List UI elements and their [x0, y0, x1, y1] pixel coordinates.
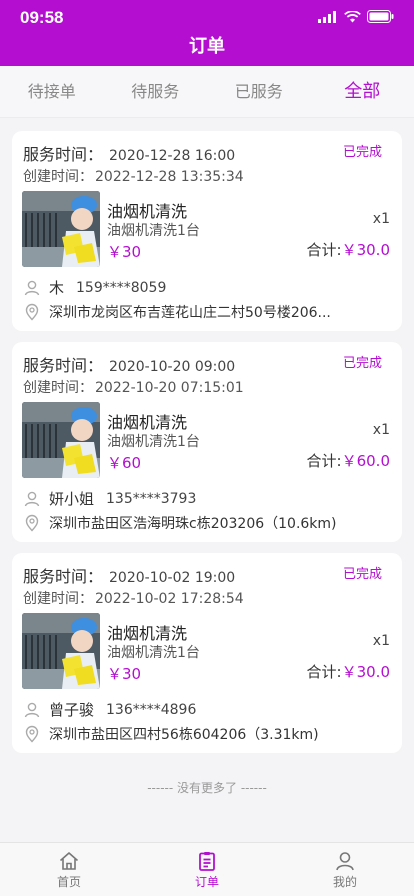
service-time-label: 服务时间： — [23, 145, 104, 164]
product-thumbnail — [22, 613, 100, 689]
bottom-nav: 首页 订单 我的 — [0, 842, 414, 896]
total-amount: ￥30.0 — [341, 663, 390, 681]
total-label: 合计: — [306, 663, 342, 681]
no-more-text: ------ 没有更多了 ------ — [147, 781, 267, 795]
create-time-row: 创建时间： 2022-10-02 17:28:54 — [23, 588, 244, 608]
order-total: 合计:￥30.0 — [307, 239, 390, 260]
product-quantity: x1 — [372, 633, 390, 649]
nav-profile[interactable]: 我的 — [276, 843, 414, 896]
order-tabs: 待接单 待服务 已服务 全部 — [0, 66, 414, 118]
nav-profile-label: 我的 — [332, 875, 357, 889]
status-icons — [318, 10, 394, 23]
customer-row: 曾子骏 136****4896 — [23, 699, 196, 720]
product-description: 油烟机清洗1台 — [107, 434, 200, 450]
order-card[interactable]: 服务时间： 2020-10-20 09:00 已完成 创建时间： 2022-10-2… — [12, 342, 402, 542]
tab-all[interactable]: 全部 — [311, 66, 414, 117]
user-icon — [24, 280, 40, 295]
product-quantity: x1 — [372, 422, 390, 438]
user-icon — [24, 702, 40, 717]
customer-phone[interactable]: 135****3793 — [106, 491, 196, 507]
create-time-label: 创建时间： — [23, 591, 93, 607]
order-total: 合计:￥60.0 — [307, 450, 390, 471]
customer-phone[interactable]: 159****8059 — [76, 280, 166, 296]
service-time-label: 服务时间： — [23, 567, 104, 586]
order-total: 合计:￥30.0 — [307, 661, 390, 682]
battery-icon — [367, 10, 394, 23]
service-time-row: 服务时间： 2020-10-02 19:00 — [23, 563, 235, 587]
tab-serviced[interactable]: 已服务 — [207, 66, 311, 117]
status-time: 09:58 — [20, 8, 64, 27]
total-label: 合计: — [306, 452, 342, 470]
product-name: 油烟机清洗 — [107, 202, 188, 221]
tab-pending-service[interactable]: 待服务 — [104, 66, 208, 117]
address-text: 深圳市盐田区浩海明珠c栋203206（10.6km) — [49, 516, 337, 532]
customer-row: 木 159****8059 — [23, 277, 166, 298]
product-price: ￥30 — [107, 665, 142, 683]
location-icon — [25, 514, 39, 532]
nav-orders-label: 订单 — [194, 875, 219, 889]
page-title: 订单 — [189, 36, 225, 57]
create-time-row: 创建时间： 2022-10-20 07:15:01 — [23, 377, 244, 397]
nav-orders[interactable]: 订单 — [138, 843, 276, 896]
signal-icon — [318, 10, 336, 23]
customer-phone[interactable]: 136****4896 — [106, 702, 196, 718]
location-icon — [25, 303, 39, 321]
product-description: 油烟机清洗1台 — [107, 223, 200, 239]
customer-name: 木 — [49, 279, 65, 297]
address-row: 深圳市龙岗区布吉莲花山庄二村50号楼206... — [23, 302, 331, 322]
create-time-label: 创建时间： — [23, 169, 93, 185]
product-quantity: x1 — [372, 211, 390, 227]
service-time-row: 服务时间： 2020-12-28 16:00 — [23, 141, 235, 165]
service-time-row: 服务时间： 2020-10-20 09:00 — [23, 352, 235, 376]
product-name: 油烟机清洗 — [107, 624, 188, 643]
service-time-value: 2020-10-02 19:00 — [109, 570, 236, 586]
create-time-value: 2022-10-20 07:15:01 — [95, 380, 244, 396]
product-description: 油烟机清洗1台 — [107, 645, 200, 661]
address-text: 深圳市盐田区四村56栋604206（3.31km) — [49, 727, 319, 743]
create-time-label: 创建时间： — [23, 380, 93, 396]
order-card[interactable]: 服务时间： 2020-12-28 16:00 已完成 创建时间： 2022-12-2… — [12, 131, 402, 331]
customer-row: 妍小姐 135****3793 — [23, 488, 196, 509]
product-price: ￥30 — [107, 243, 142, 261]
service-time-value: 2020-10-20 09:00 — [109, 359, 236, 375]
home-icon — [59, 852, 79, 870]
address-text: 深圳市龙岗区布吉莲花山庄二村50号楼206... — [49, 305, 331, 321]
customer-name: 妍小姐 — [49, 490, 95, 508]
nav-home[interactable]: 首页 — [0, 843, 138, 896]
product-price: ￥60 — [107, 454, 142, 472]
status-badge: 已完成 — [342, 567, 382, 582]
user-icon — [24, 491, 40, 506]
service-time-label: 服务时间： — [23, 356, 104, 375]
create-time-value: 2022-10-02 17:28:54 — [95, 591, 244, 607]
status-badge: 已完成 — [342, 145, 382, 160]
product-thumbnail — [22, 402, 100, 478]
tab-pending-accept[interactable]: 待接单 — [0, 66, 104, 117]
order-icon — [199, 852, 215, 871]
create-time-value: 2022-12-28 13:35:34 — [95, 169, 244, 185]
create-time-row: 创建时间： 2022-12-28 13:35:34 — [23, 166, 244, 186]
nav-home-label: 首页 — [56, 875, 81, 889]
product-name: 油烟机清洗 — [107, 413, 188, 432]
wifi-icon — [344, 10, 361, 22]
product-thumbnail — [22, 191, 100, 267]
total-amount: ￥60.0 — [341, 452, 390, 470]
address-row: 深圳市盐田区四村56栋604206（3.31km) — [23, 724, 319, 744]
total-label: 合计: — [306, 241, 342, 259]
app-header: 09:58 订单 — [0, 0, 414, 66]
order-card[interactable]: 服务时间： 2020-10-02 19:00 已完成 创建时间： 2022-10-0… — [12, 553, 402, 753]
customer-name: 曾子骏 — [49, 701, 95, 719]
service-time-value: 2020-12-28 16:00 — [109, 148, 236, 164]
location-icon — [25, 725, 39, 743]
address-row: 深圳市盐田区浩海明珠c栋203206（10.6km) — [23, 513, 337, 533]
total-amount: ￥30.0 — [341, 241, 390, 259]
profile-icon — [336, 852, 354, 871]
status-badge: 已完成 — [342, 356, 382, 371]
